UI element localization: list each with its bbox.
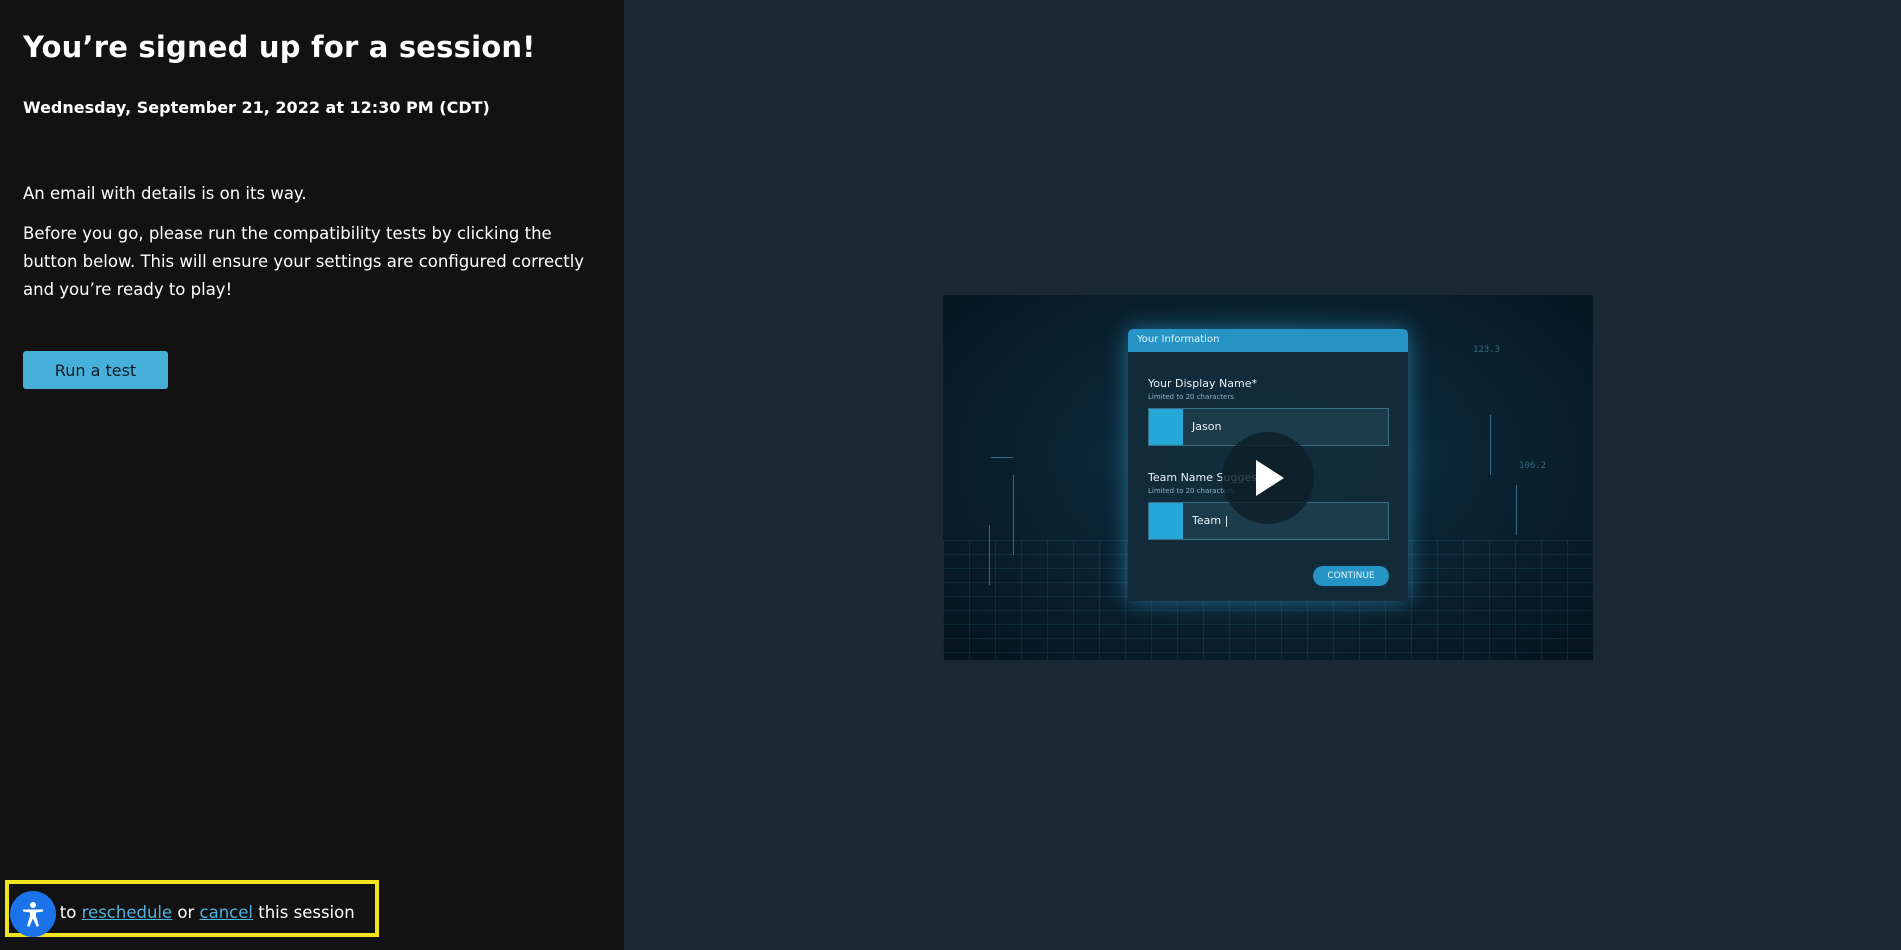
email-note: An email with details is on its way. <box>23 184 307 203</box>
display-name-value: Jason <box>1192 420 1222 433</box>
video-deco-line <box>991 457 1013 458</box>
reschedule-link[interactable]: reschedule <box>82 903 173 922</box>
video-deco-line <box>989 525 990 585</box>
video-deco-number: 123.3 <box>1473 345 1501 355</box>
video-deco-line <box>1013 475 1014 555</box>
accessibility-button[interactable] <box>10 891 56 937</box>
team-name-hint: Limited to 20 characters <box>1148 487 1234 495</box>
cancel-link[interactable]: cancel <box>200 903 253 922</box>
display-name-hint: Limited to 20 characters <box>1148 393 1234 401</box>
video-deco-line <box>1490 415 1491 475</box>
team-name-swatch <box>1149 503 1183 539</box>
intro-video[interactable]: 123.3 106.2 Your Information Your Displa… <box>943 295 1593 660</box>
manage-middle: or <box>177 903 195 922</box>
manage-session-text: k to reschedule or cancel this session <box>45 903 355 922</box>
display-name-label: Your Display Name* <box>1148 377 1257 390</box>
play-button[interactable] <box>1222 432 1314 524</box>
video-deco-number: 106.2 <box>1519 461 1547 471</box>
display-name-swatch <box>1149 409 1183 445</box>
manage-suffix: this session <box>258 903 355 922</box>
video-continue-button: CONTINUE <box>1313 566 1389 586</box>
instructions-text: Before you go, please run the compatibil… <box>23 224 585 299</box>
video-form-header: Your Information <box>1128 329 1408 352</box>
play-icon <box>1256 460 1284 496</box>
left-panel: You’re signed up for a session! Wednesda… <box>0 0 624 950</box>
page-title: You’re signed up for a session! <box>23 30 536 64</box>
run-test-button[interactable]: Run a test <box>23 351 168 389</box>
accessibility-icon <box>23 902 43 927</box>
team-name-value: Team | <box>1192 514 1229 527</box>
session-date: Wednesday, September 21, 2022 at 12:30 P… <box>23 98 490 117</box>
video-deco-line <box>1516 485 1517 535</box>
